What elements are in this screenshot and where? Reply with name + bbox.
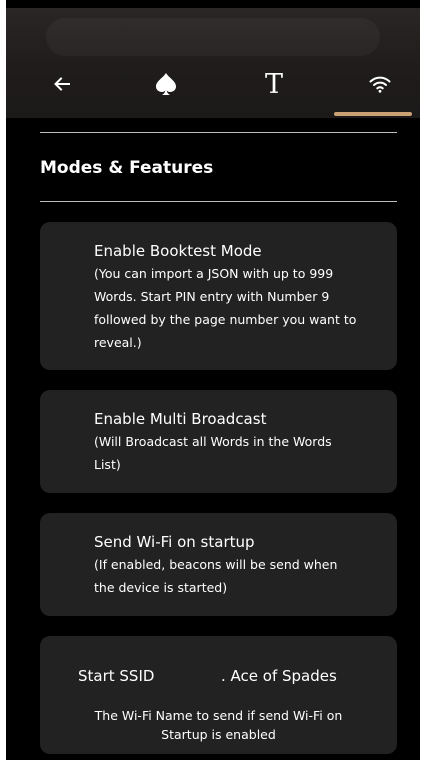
tab-text[interactable]: T	[254, 64, 294, 104]
frame-right	[420, 0, 427, 760]
card-title: Enable Booktest Mode	[94, 242, 262, 260]
multi-broadcast-toggle[interactable]: Enable Multi Broadcast (Will Broadcast a…	[40, 390, 397, 493]
active-tab-indicator	[334, 112, 412, 116]
text-t-icon: T	[264, 68, 283, 100]
ssid-input[interactable]: . Ace of Spades	[221, 662, 337, 690]
section-title: Modes & Features	[40, 158, 214, 178]
ssid-help-text: The Wi-Fi Name to send if send Wi-Fi on …	[94, 708, 343, 742]
wifi-icon	[369, 76, 391, 93]
top-navigation-bar: T	[6, 8, 420, 118]
card-title: Enable Multi Broadcast	[94, 410, 267, 428]
divider-section	[40, 201, 397, 202]
card-description: (If enabled, beacons will be send when t…	[94, 557, 338, 595]
send-wifi-startup-toggle[interactable]: Send Wi-Fi on startup (If enabled, beaco…	[40, 513, 397, 616]
topbar-background-blur	[46, 18, 380, 56]
card-title: Send Wi-Fi on startup	[94, 533, 255, 551]
start-ssid-card: Start SSID . Ace of Spades The Wi-Fi Nam…	[40, 636, 397, 754]
tab-spade[interactable]	[146, 64, 186, 104]
card-description: (You can import a JSON with up to 999 Wo…	[94, 266, 357, 350]
spade-icon	[156, 73, 176, 95]
back-button[interactable]	[42, 64, 82, 104]
ssid-label: Start SSID	[78, 667, 155, 685]
divider-top	[40, 132, 397, 133]
card-description: (Will Broadcast all Words in the Words L…	[94, 434, 332, 472]
booktest-mode-toggle[interactable]: Enable Booktest Mode (You can import a J…	[40, 222, 397, 370]
tab-wifi[interactable]	[360, 64, 400, 104]
arrow-left-icon	[54, 77, 70, 91]
ssid-row: Start SSID . Ace of Spades	[78, 662, 377, 690]
